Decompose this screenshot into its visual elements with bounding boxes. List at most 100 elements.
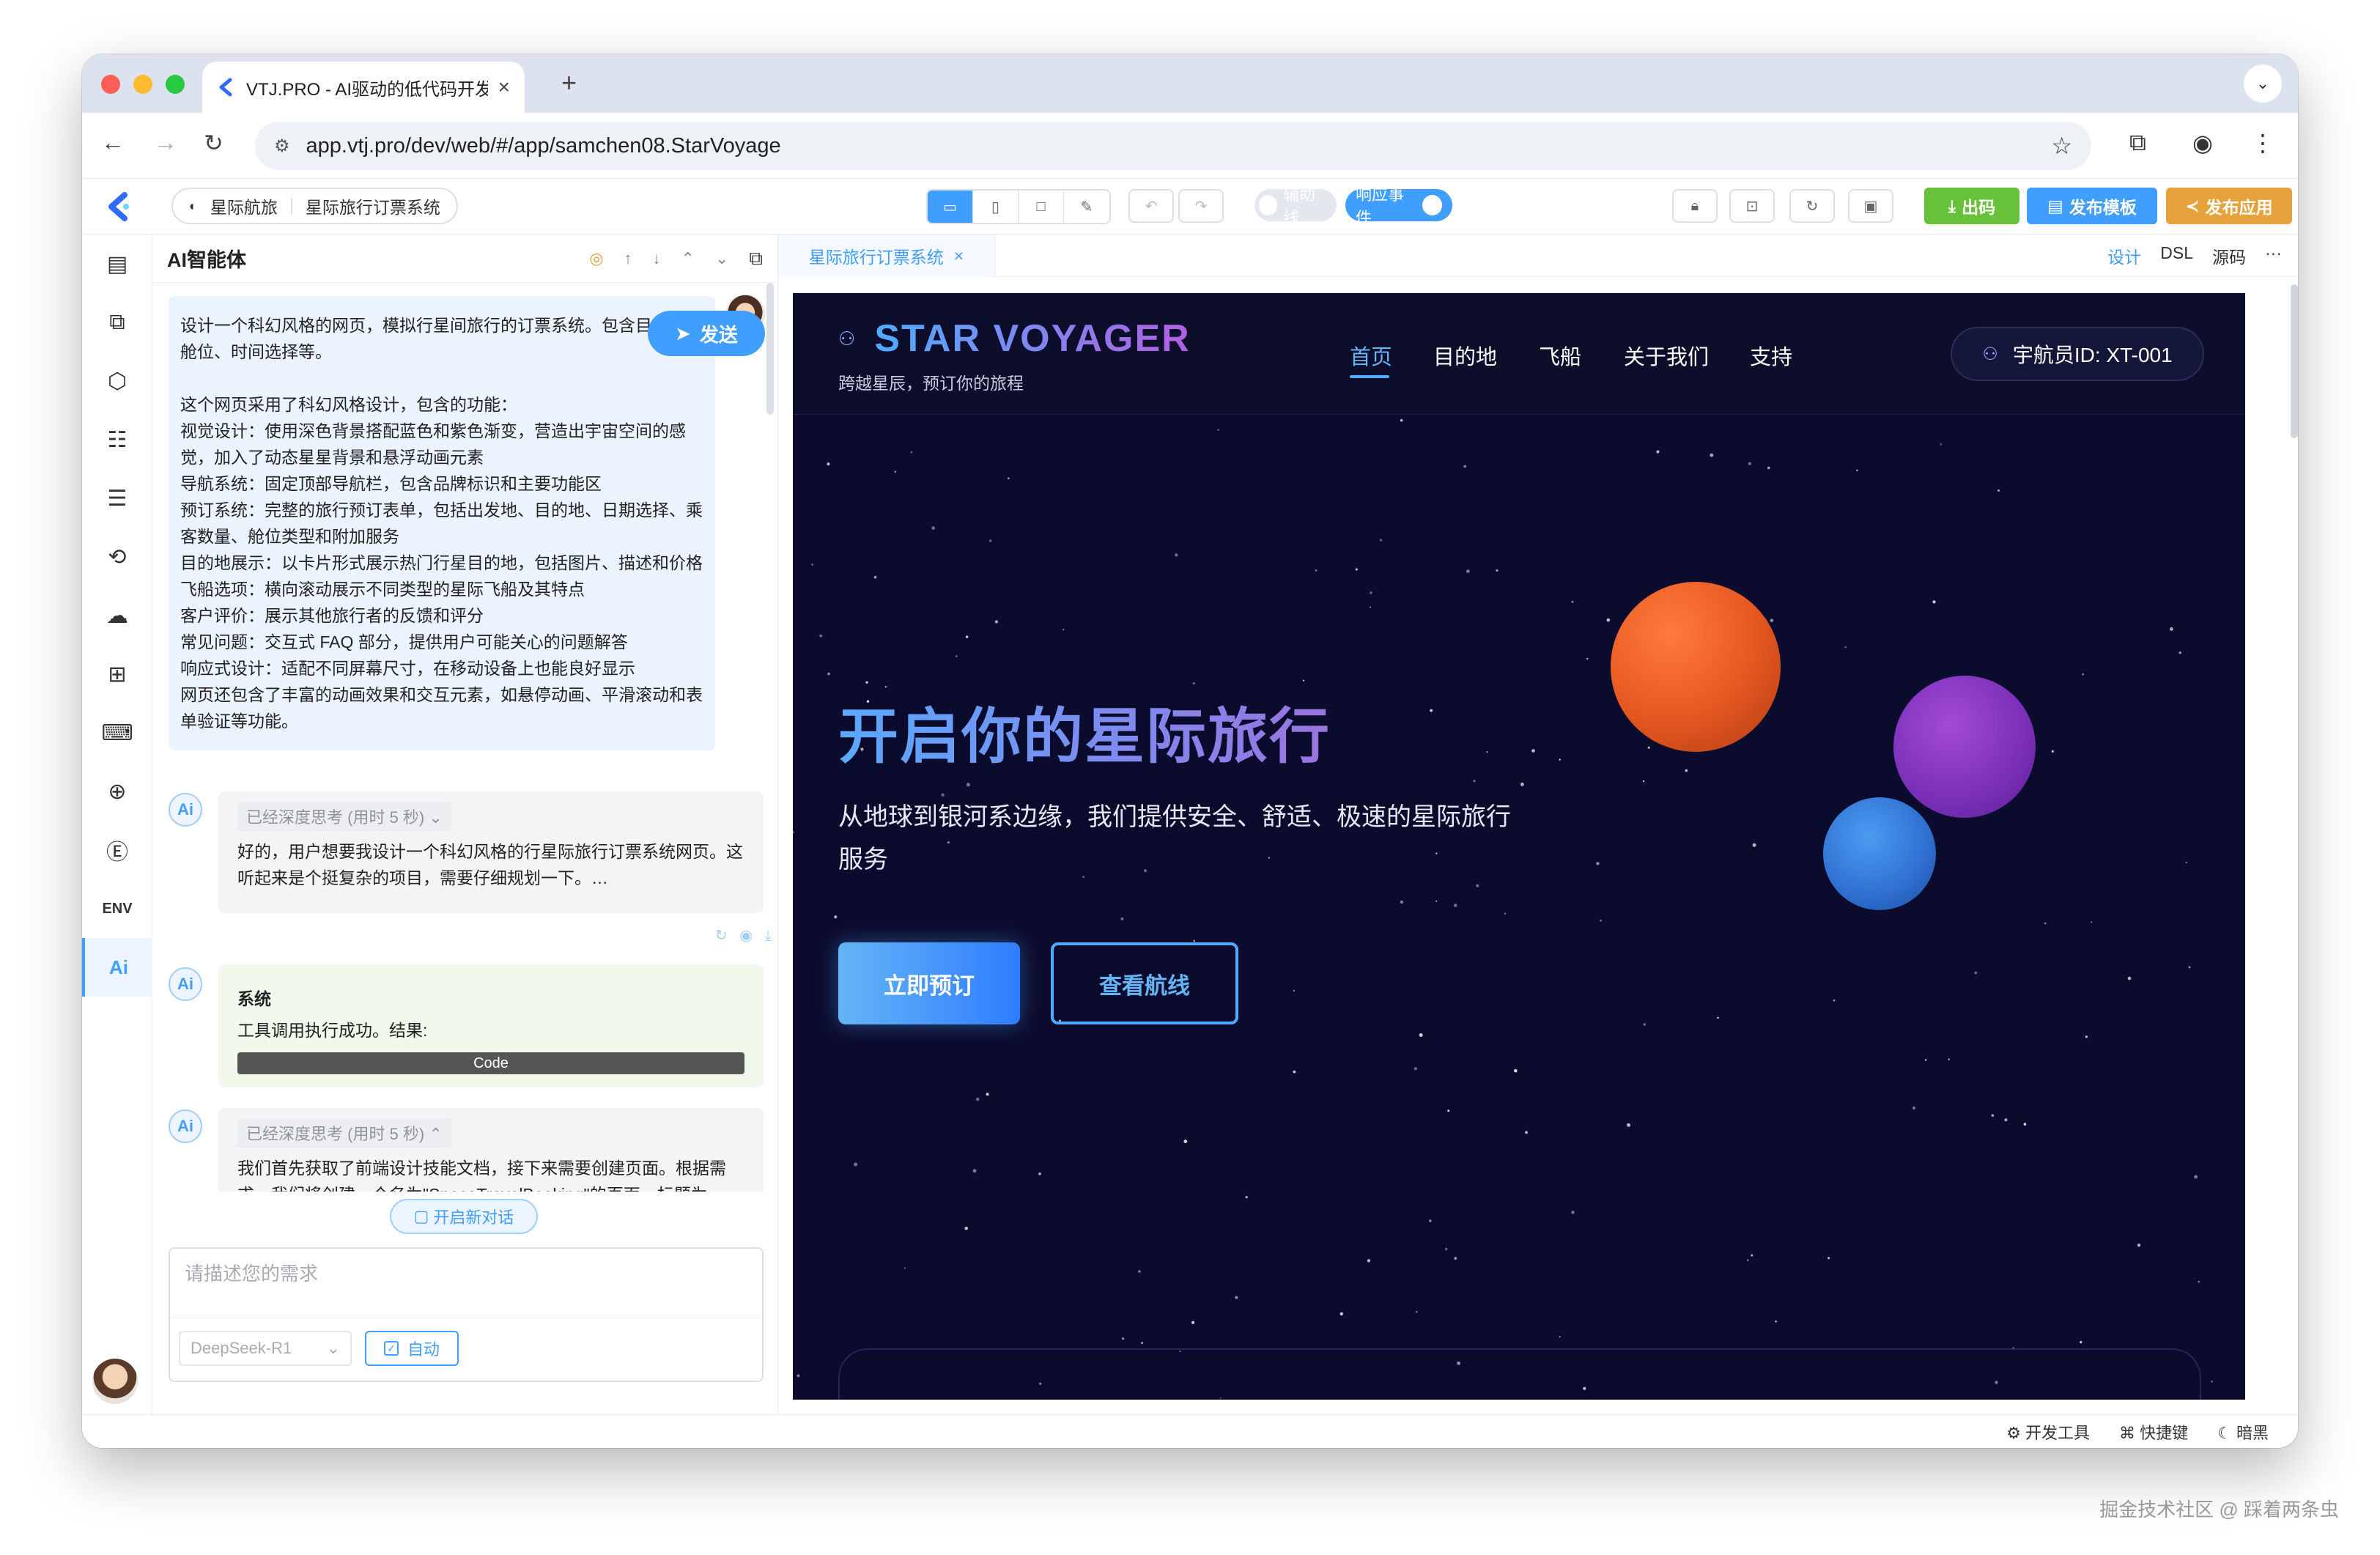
schema-edit-icon[interactable]: ⌨	[101, 717, 133, 749]
download-icon[interactable]: ⤓	[765, 928, 772, 944]
desktop-icon[interactable]: ▭	[928, 191, 973, 223]
chat-messages[interactable]: 设计一个科幻风格的网页，模拟行星间旅行的订票系统。包含目的地、舱位、时间选择等。…	[152, 283, 778, 1192]
refresh-icon[interactable]: ↻	[1789, 189, 1835, 223]
send-button[interactable]: ➤ 发送	[648, 311, 765, 356]
mode-dsl[interactable]: DSL	[2160, 243, 2193, 268]
star-dot	[1912, 1106, 1916, 1110]
templates-icon[interactable]: ☷	[101, 424, 133, 456]
address-bar[interactable]: ⚙ app.vtj.pro/dev/web/#/app/samchen08.St…	[255, 122, 2091, 170]
blocks-cube-icon[interactable]: ⬡	[101, 365, 133, 397]
i18n-icon[interactable]: Ⓔ	[101, 834, 133, 866]
api-cloud-icon[interactable]: ☁	[101, 599, 133, 632]
tab-search-chevron-icon[interactable]: ⌄	[2244, 64, 2282, 103]
menu-support[interactable]: 支持	[1750, 340, 1792, 371]
apps-grid-icon[interactable]: ⊞	[101, 658, 133, 690]
mode-source[interactable]: 源码	[2212, 243, 2246, 268]
forward-arrow-icon[interactable]: →	[154, 129, 177, 156]
breadcrumb-page[interactable]: 星际旅行订票系统	[306, 193, 440, 218]
code-export-button[interactable]: ⤓ 出码	[1924, 188, 2019, 224]
menu-destinations[interactable]: 目的地	[1433, 340, 1497, 371]
star-dot	[2185, 861, 2187, 863]
arrow-up-icon[interactable]: ↑	[624, 249, 632, 268]
screenshot-icon[interactable]: ⊡	[1729, 189, 1775, 223]
astronaut-id-badge[interactable]: ⚇ 宇航员ID: XT-001	[1951, 327, 2204, 381]
star-dot	[1571, 1211, 1575, 1214]
menu-about[interactable]: 关于我们	[1624, 340, 1709, 371]
preview-canvas[interactable]: ⚇ STAR VOYAGER 跨越星辰，预订你的旅程 首页 目的地 飞船 关于我…	[793, 293, 2245, 1400]
browser-tab[interactable]: VTJ.PRO - AI驱动的低代码开发 ×	[202, 62, 525, 113]
system-text: 工具调用执行成功。结果:	[237, 1021, 428, 1040]
reload-icon[interactable]: ↻	[204, 129, 223, 157]
ai-assistant-icon[interactable]: Ai	[82, 938, 152, 997]
mode-design[interactable]: 设计	[2107, 243, 2141, 268]
star-dot	[1997, 489, 2000, 492]
pages-icon[interactable]: ▤	[101, 248, 133, 280]
close-window-button[interactable]	[101, 75, 120, 94]
canvas-scrollbar[interactable]	[2291, 284, 2298, 438]
prompt-input[interactable]: 请描述您的需求	[185, 1259, 318, 1286]
thinking-toggle[interactable]: 已经深度思考 (用时 5 秒) ⌄	[237, 802, 451, 831]
auto-label: 自动	[407, 1340, 440, 1359]
breadcrumb[interactable]: ◐ 星际航旅 星际旅行订票系统	[171, 188, 458, 224]
publish-app-button[interactable]: ≺ 发布应用	[2166, 188, 2292, 224]
extensions-puzzle-icon[interactable]: ⧉	[2129, 129, 2146, 157]
preview-icon[interactable]: ▣	[1848, 189, 1893, 223]
events-toggle[interactable]: 响应事件	[1345, 185, 1452, 227]
user-avatar[interactable]	[92, 1359, 138, 1404]
new-chat-label: 开启新对话	[433, 1208, 514, 1227]
lock-icon[interactable]: 🔒︎	[1672, 189, 1718, 223]
minimize-window-button[interactable]	[133, 75, 152, 94]
new-chat-button[interactable]: ▢ 开启新对话	[390, 1199, 538, 1234]
guides-toggle[interactable]: 辅助线	[1254, 185, 1337, 227]
redo-icon[interactable]: ↷	[1178, 189, 1224, 223]
site-info-icon[interactable]: ⚙	[274, 136, 290, 157]
shortcuts-link[interactable]: ⌘ 快捷键	[2119, 1420, 2188, 1444]
publish-template-button[interactable]: ▤ 发布模板	[2027, 188, 2157, 224]
history-icon[interactable]: ⟲	[101, 541, 133, 573]
history-list-icon[interactable]: ⧉	[749, 247, 763, 270]
env-icon[interactable]: ENV	[101, 893, 133, 925]
browser-menu-icon[interactable]: ⋮	[2251, 129, 2274, 157]
close-tab-icon[interactable]: ×	[954, 246, 964, 266]
more-icon[interactable]: ···	[2265, 243, 2282, 268]
globe-icon[interactable]: ⊕	[101, 775, 133, 808]
dark-mode-link[interactable]: ☾ 暗黑	[2217, 1420, 2269, 1444]
tablet-icon[interactable]: □	[1019, 191, 1064, 223]
hero-title: 开启你的星际旅行	[838, 687, 1331, 775]
arrow-down-icon[interactable]: ↓	[653, 249, 661, 268]
back-arrow-icon[interactable]: ←	[101, 129, 125, 156]
zoom-window-button[interactable]	[166, 75, 185, 94]
star-dot	[1141, 1342, 1143, 1344]
components-puzzle-icon[interactable]: ⧉	[101, 306, 133, 339]
star-dot	[1948, 1058, 1950, 1060]
devtools-link[interactable]: ⚙ 开发工具	[2006, 1420, 2090, 1444]
auto-checkbox[interactable]: ✓ 自动	[365, 1331, 459, 1366]
breadcrumb-app[interactable]: 星际航旅	[210, 193, 278, 218]
bookmark-star-icon[interactable]: ☆	[2051, 132, 2072, 160]
view-icon[interactable]: ◉	[739, 928, 752, 944]
chevron-down-icon[interactable]: ⌄	[715, 249, 728, 268]
chat-scrollbar[interactable]	[766, 283, 774, 415]
retry-icon[interactable]: ↻	[715, 928, 728, 944]
hide-eye-icon[interactable]: ◎	[589, 249, 603, 268]
chevron-up-icon[interactable]: ⌃	[681, 249, 695, 268]
edit-pen-icon[interactable]: ✎	[1064, 191, 1109, 223]
close-tab-icon[interactable]: ×	[498, 75, 510, 99]
profile-avatar-icon[interactable]: ◉	[2192, 129, 2213, 157]
star-dot	[1710, 453, 1714, 457]
page-tab[interactable]: 星际旅行订票系统 ×	[778, 234, 995, 277]
menu-home[interactable]: 首页	[1350, 340, 1392, 371]
code-collapse-bar[interactable]: Code	[237, 1052, 744, 1074]
star-dot	[1559, 1336, 1561, 1338]
vtj-logo-icon[interactable]	[103, 191, 135, 223]
new-tab-icon[interactable]: +	[561, 67, 577, 98]
outline-tree-icon[interactable]: ☰	[101, 482, 133, 514]
thinking-toggle[interactable]: 已经深度思考 (用时 5 秒) ⌃	[237, 1118, 451, 1148]
menu-ships[interactable]: 飞船	[1539, 340, 1581, 371]
view-routes-button[interactable]: 查看航线	[1051, 942, 1238, 1024]
book-now-button[interactable]: 立即预订	[838, 942, 1020, 1024]
undo-icon[interactable]: ↶	[1128, 189, 1174, 223]
mobile-icon[interactable]: ▯	[973, 191, 1019, 223]
site-brand[interactable]: ⚇ STAR VOYAGER	[838, 317, 1191, 361]
model-select[interactable]: DeepSeek-R1 ⌄	[179, 1331, 352, 1366]
